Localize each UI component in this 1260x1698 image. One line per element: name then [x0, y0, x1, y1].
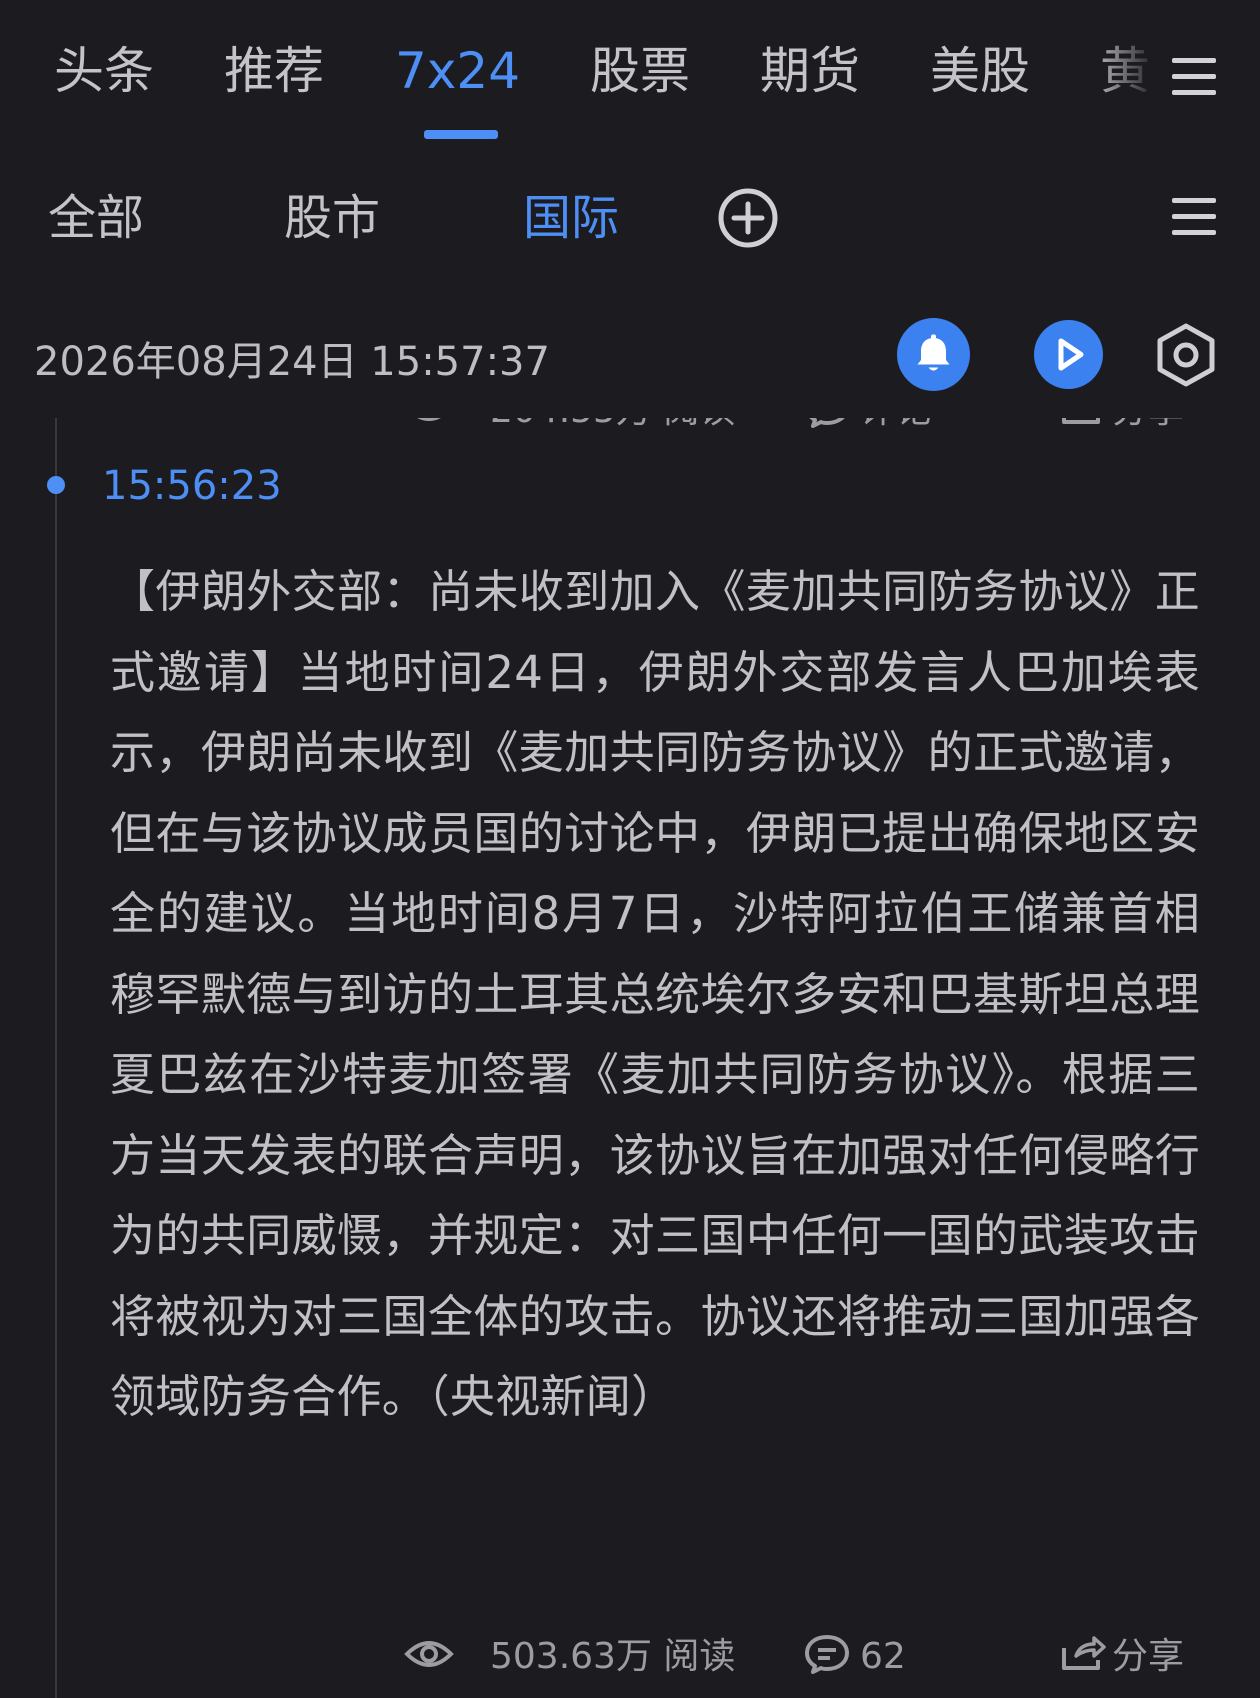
- prev-share-label[interactable]: 分享: [1112, 418, 1184, 432]
- audio-play-button[interactable]: [1034, 320, 1103, 389]
- bell-icon: [917, 334, 950, 371]
- tab-futures[interactable]: 期货: [760, 38, 860, 104]
- prev-comment-label[interactable]: 评论: [860, 418, 932, 432]
- comment-icon[interactable]: [803, 418, 853, 428]
- channel-tab-bar: 头条 推荐 7x24 股票 期货 美股 黄: [0, 0, 1260, 150]
- channel-menu-icon[interactable]: [1172, 58, 1216, 95]
- tab-us-stocks[interactable]: 美股: [930, 38, 1030, 104]
- tab-recommend[interactable]: 推荐: [224, 38, 324, 104]
- tab-stocks[interactable]: 股票: [590, 38, 690, 104]
- tab-7x24[interactable]: 7x24: [395, 38, 520, 104]
- play-icon: [1058, 338, 1084, 371]
- subtab-international[interactable]: 国际: [523, 186, 619, 250]
- subtab-menu-icon[interactable]: [1172, 198, 1216, 235]
- active-tab-indicator: [424, 130, 498, 139]
- comment-count[interactable]: 62: [860, 1636, 906, 1678]
- tab-overflow-fade: [1090, 20, 1170, 130]
- comment-icon[interactable]: [803, 1634, 853, 1674]
- eye-icon: [417, 418, 441, 421]
- timeline-dot: [47, 476, 65, 494]
- news-item-stats: 503.63万 阅读 62 分享: [0, 1634, 1260, 1682]
- plus-circle-icon[interactable]: [717, 187, 779, 249]
- prev-item-stats: 204.55万 阅读 评论 分享: [0, 418, 1260, 436]
- share-icon[interactable]: [1058, 1634, 1108, 1674]
- news-body[interactable]: 【伊朗外交部：尚未收到加入《麦加共同防务协议》正式邀请】当地时间24日，伊朗外交…: [110, 552, 1200, 1438]
- subtab-stock-market[interactable]: 股市: [284, 186, 380, 250]
- current-datetime: 2026年08月24日 15:57:37: [34, 339, 550, 385]
- share-label[interactable]: 分享: [1112, 1636, 1184, 1678]
- prev-views-count: 204.55万 阅读: [490, 418, 735, 432]
- timeline-line: [55, 418, 57, 1698]
- share-icon[interactable]: [1058, 418, 1108, 428]
- settings-hexagon-icon[interactable]: [1156, 322, 1216, 388]
- notification-button[interactable]: [897, 318, 970, 391]
- views-count: 503.63万 阅读: [490, 1636, 736, 1677]
- eye-icon: [404, 1641, 454, 1667]
- news-time: 15:56:23: [102, 463, 282, 509]
- news-feed[interactable]: 204.55万 阅读 评论 分享 15:56:23 【伊朗外交部：尚未收到加入《…: [0, 418, 1260, 1698]
- tab-headlines[interactable]: 头条: [54, 38, 154, 104]
- subtab-all[interactable]: 全部: [48, 186, 144, 250]
